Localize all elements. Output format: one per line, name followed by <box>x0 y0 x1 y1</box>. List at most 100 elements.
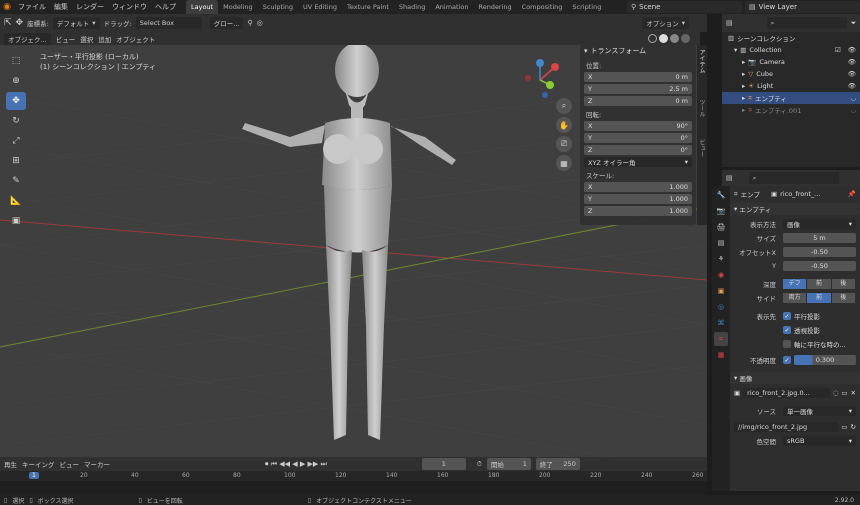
shield-icon[interactable]: ◌ <box>833 389 839 397</box>
measure-tool-icon[interactable]: 📐 <box>6 192 26 210</box>
constraints-tab-icon[interactable]: ⌘ <box>714 316 728 330</box>
opacity-slider[interactable]: 0.300 <box>794 355 856 365</box>
image-datablock[interactable]: rico_front_2.jpg.0... <box>743 388 830 398</box>
eye-icon[interactable]: ◡ <box>850 94 856 102</box>
view-layer-tab-icon[interactable]: ▤ <box>714 236 728 250</box>
proportional-edit-icon[interactable]: ◎ <box>257 19 263 27</box>
scene-collection-row[interactable]: ▥ シーンコレクション <box>722 32 860 44</box>
expand-icon[interactable]: ▸ <box>742 94 745 102</box>
reload-icon[interactable]: ↻ <box>851 423 856 431</box>
depth-default-option[interactable]: デフ <box>783 279 807 289</box>
move-tool-icon[interactable]: ✥ <box>16 18 24 28</box>
viewport-menu-select[interactable]: 選択 <box>80 34 93 44</box>
cursor-tool-icon[interactable]: ⊕ <box>6 72 26 90</box>
select-box-tool-icon[interactable]: ⬚ <box>6 52 26 70</box>
playback-controls[interactable]: ⏺ ⏮ ◀◀ ◀ ▶ ▶▶ ⏭ <box>265 460 327 469</box>
outliner-row[interactable]: ▸ ⌗ エンプティ.001 ◡ <box>722 104 860 116</box>
checkbox-icon[interactable]: ✓ <box>783 312 791 320</box>
expand-icon[interactable]: ▸ <box>742 58 745 66</box>
rendered-shading-icon[interactable] <box>681 34 690 43</box>
render-tab-icon[interactable]: 📷 <box>714 204 728 218</box>
view-menu[interactable]: ビュー <box>60 459 80 469</box>
data-tab-icon[interactable]: ⌗ <box>714 332 728 346</box>
location-y-row[interactable]: Y 2.5 m <box>584 83 692 94</box>
object-tab-icon[interactable]: ▣ <box>714 284 728 298</box>
texture-tab-icon[interactable]: ▦ <box>714 348 728 362</box>
tab-uv-editing[interactable]: UV Editing <box>298 0 342 14</box>
checkbox-icon[interactable]: ✓ <box>783 326 791 334</box>
eye-icon[interactable]: 👁 <box>848 46 856 54</box>
colorspace-dropdown[interactable]: sRGB ▾ <box>783 436 856 446</box>
menu-file[interactable]: ファイル <box>14 2 50 12</box>
marker-menu[interactable]: マーカー <box>84 459 110 469</box>
tab-modeling[interactable]: Modeling <box>218 0 258 14</box>
tab-shading[interactable]: Shading <box>394 0 430 14</box>
cursor-tool-icon[interactable]: ⇱ <box>4 18 12 28</box>
scale-y-row[interactable]: Y 1.000 <box>584 193 692 204</box>
pan-hand-icon[interactable]: ✋ <box>556 117 572 133</box>
tab-compositing[interactable]: Compositing <box>517 0 568 14</box>
side-back-option[interactable]: 後 <box>831 293 855 303</box>
scale-x-row[interactable]: X 1.000 <box>584 181 692 192</box>
scene-selector[interactable]: ⚲ Scene <box>627 1 742 13</box>
tab-layout[interactable]: Layout <box>186 0 219 14</box>
outliner-row-selected[interactable]: ▸ ⌗ エンプティ ◡ <box>722 92 860 104</box>
end-frame-field[interactable]: 終了 250 <box>535 458 580 470</box>
start-frame-field[interactable]: 開始 1 <box>486 458 531 470</box>
side-front-option[interactable]: 前 <box>807 293 831 303</box>
outliner-row[interactable]: ▸ ▽ Cube 👁 <box>722 68 860 80</box>
outliner-row[interactable]: ▸ ☀ Light 👁 <box>722 80 860 92</box>
source-dropdown[interactable]: 単一画像 ▾ <box>783 406 856 416</box>
checkbox-icon[interactable] <box>783 340 791 348</box>
pin-icon[interactable]: 📌 <box>848 190 856 198</box>
timeline-track[interactable]: 1 20 40 60 80 100 120 140 160 180 200 220 240 260 <box>0 471 707 495</box>
display-dropdown[interactable]: 画像 ▾ <box>783 219 856 229</box>
location-z-row[interactable]: Z 0 m <box>584 95 692 106</box>
ortho-grid-icon[interactable]: ▦ <box>556 155 572 171</box>
tab-texture-paint[interactable]: Texture Paint <box>342 0 394 14</box>
folder-icon[interactable]: ▭ <box>841 423 847 431</box>
output-tab-icon[interactable]: 🖨 <box>714 220 728 234</box>
add-cube-tool-icon[interactable]: ▣ <box>6 212 26 230</box>
filepath-input[interactable]: //img/rico_front_2.jpg <box>734 422 839 432</box>
outliner-type-icon[interactable]: ▤ <box>726 19 733 27</box>
filter-icon[interactable]: ⏷ <box>851 19 857 28</box>
viewport-menu-object[interactable]: オブジェクト <box>116 34 155 44</box>
expand-icon[interactable]: ▾ <box>734 46 737 54</box>
scale-z-row[interactable]: Z 1.000 <box>584 205 692 216</box>
move-tool-icon[interactable]: ✥ <box>6 92 26 110</box>
material-shading-icon[interactable] <box>670 34 679 43</box>
menu-help[interactable]: ヘルプ <box>151 2 180 12</box>
tab-tool[interactable]: ツール <box>697 95 706 135</box>
close-icon[interactable]: ✕ <box>851 389 856 397</box>
side-both-option[interactable]: 両方 <box>783 293 807 303</box>
offset-x-field[interactable]: -0.50 <box>783 247 856 257</box>
expand-icon[interactable]: ▸ <box>742 106 745 114</box>
global-dropdown[interactable]: グロー... <box>209 17 244 29</box>
properties-search[interactable]: ⌕ <box>748 172 839 184</box>
current-frame-field[interactable]: 1 <box>421 458 466 470</box>
rotation-mode-row[interactable]: XYZ オイラー角 ▾ <box>584 156 692 167</box>
tool-tab-icon[interactable]: 🔧 <box>714 188 728 202</box>
keying-menu[interactable]: キーイング <box>22 459 55 469</box>
blender-logo-icon[interactable]: ◉ <box>0 0 14 14</box>
tab-item[interactable]: アイテム <box>697 45 706 95</box>
solid-shading-icon[interactable] <box>659 34 668 43</box>
empty-section-header[interactable]: ▾ エンプティ <box>730 203 860 215</box>
image-section-header[interactable]: ▾ 画像 <box>730 372 860 384</box>
depth-segmented[interactable]: デフ前後 <box>783 279 856 289</box>
offset-y-field[interactable]: -0.50 <box>783 261 856 271</box>
annotate-tool-icon[interactable]: ✎ <box>6 172 26 190</box>
checkbox-icon[interactable]: ✓ <box>783 356 791 364</box>
eye-icon[interactable]: 👁 <box>848 82 856 90</box>
nav-gizmo[interactable] <box>525 59 559 98</box>
drag-dropdown[interactable]: Select Box <box>135 17 202 29</box>
tab-rendering[interactable]: Rendering <box>473 0 516 14</box>
zoom-icon[interactable]: ⌕ <box>556 98 572 114</box>
wireframe-shading-icon[interactable] <box>648 34 657 43</box>
tab-scripting[interactable]: Scripting <box>567 0 606 14</box>
rotation-z-row[interactable]: Z 0° <box>584 144 692 155</box>
character-model[interactable] <box>242 45 456 440</box>
outliner-row[interactable]: ▾ ▥ Collection ☑ 👁 <box>722 44 860 56</box>
rotate-tool-icon[interactable]: ↻ <box>6 112 26 130</box>
